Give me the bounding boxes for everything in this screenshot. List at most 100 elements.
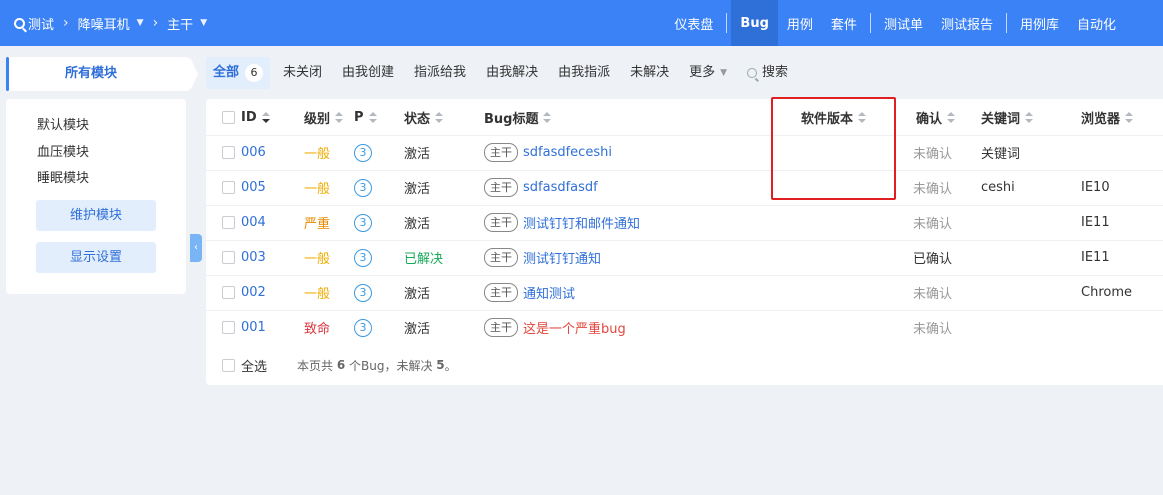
search-icon[interactable] <box>14 17 25 29</box>
nav-testtask[interactable]: 测试单 <box>875 0 932 46</box>
breadcrumb-branch-trunk[interactable]: 主干 ▼ <box>167 14 207 33</box>
severity-label: 一般 <box>304 147 331 162</box>
select-all-checkbox[interactable] <box>222 358 235 372</box>
branch-tag: 主干 <box>484 213 518 232</box>
row-checkbox[interactable] <box>222 251 235 264</box>
tab-search[interactable]: 搜索 <box>740 57 795 89</box>
nav-divider <box>869 13 871 33</box>
count-badge: 6 <box>245 64 264 82</box>
select-all-checkbox-header[interactable] <box>222 99 235 135</box>
table-row[interactable]: 001 致命 3 激活 主干 这是一个严重bug 未确认 <box>206 310 1163 337</box>
bug-title-link[interactable]: 测试钉钉通知 <box>523 248 601 267</box>
severity-label: 一般 <box>304 182 331 197</box>
table-row[interactable]: 005 一般 3 激活 主干 sdfasdfasdf 未确认 ceshi IE10 <box>206 170 1163 197</box>
confirm-status: 未确认 <box>913 287 953 302</box>
bug-id-link[interactable]: 002 <box>241 275 266 310</box>
maintain-modules-button[interactable]: 维护模块 <box>36 200 156 231</box>
browser-cell: IE11 <box>1081 215 1110 230</box>
tab-assigned-to-me[interactable]: 指派给我 <box>407 57 473 89</box>
nav-bug[interactable]: Bug <box>731 0 778 46</box>
sort-icon <box>435 111 444 123</box>
sort-icon <box>1025 111 1034 123</box>
table-row[interactable]: 003 一般 3 已解决 主干 测试钉钉通知 已确认 IE11 <box>206 240 1163 267</box>
branch-tag: 主干 <box>484 318 518 337</box>
col-confirm-header[interactable]: 确认 <box>916 99 956 135</box>
row-checkbox[interactable] <box>222 146 235 159</box>
bug-title-link[interactable]: sdfasdfeceshi <box>523 145 612 160</box>
chevron-right-icon: › <box>63 15 69 31</box>
nav-testreport[interactable]: 测试报告 <box>932 0 1002 46</box>
select-all[interactable]: 全选 <box>222 345 267 385</box>
severity-label: 一般 <box>304 287 331 302</box>
col-status-header[interactable]: 状态 <box>404 99 444 135</box>
bug-id-link[interactable]: 001 <box>241 310 266 345</box>
table-row[interactable]: 004 严重 3 激活 主干 测试钉钉和邮件通知 未确认 IE11 <box>206 205 1163 232</box>
chevron-down-icon: ▼ <box>136 18 144 28</box>
branch-tag: 主干 <box>484 178 518 197</box>
status-label: 激活 <box>404 287 431 302</box>
tab-assigned-by-me[interactable]: 由我指派 <box>551 57 617 89</box>
bug-id-link[interactable]: 004 <box>241 205 266 240</box>
table-row[interactable]: 006 一般 3 激活 主干 sdfasdfeceshi 未确认 关键词 <box>206 135 1163 162</box>
confirm-status: 未确认 <box>913 322 953 337</box>
branch-tag: 主干 <box>484 143 518 162</box>
confirm-status: 未确认 <box>913 182 953 197</box>
branch-tag: 主干 <box>484 283 518 302</box>
col-level-header[interactable]: 级别 <box>304 99 344 135</box>
nav-testcase[interactable]: 用例 <box>778 0 822 46</box>
bug-title-link[interactable]: 通知测试 <box>523 283 575 302</box>
chevron-right-icon: › <box>152 15 159 31</box>
version-column-highlight-box <box>771 97 896 200</box>
priority-badge: 3 <box>354 248 372 267</box>
tab-unresolved[interactable]: 未解决 <box>623 57 676 89</box>
nav-caselib[interactable]: 用例库 <box>1011 0 1068 46</box>
module-item-default[interactable]: 默认模块 <box>37 114 89 133</box>
tab-resolved-by-me[interactable]: 由我解决 <box>479 57 545 89</box>
bug-title-link[interactable]: 这是一个严重bug <box>523 318 626 337</box>
module-item-sleep[interactable]: 睡眠模块 <box>37 167 89 186</box>
bug-title-link[interactable]: 测试钉钉和邮件通知 <box>523 213 640 232</box>
severity-label: 一般 <box>304 252 331 267</box>
nav-dashboard[interactable]: 仪表盘 <box>665 0 722 46</box>
nav-automation[interactable]: 自动化 <box>1068 0 1125 46</box>
bug-id-link[interactable]: 003 <box>241 240 266 275</box>
nav-divider <box>1005 13 1007 33</box>
confirm-status: 未确认 <box>913 147 953 162</box>
col-keywords-header[interactable]: 关键词 <box>981 99 1034 135</box>
nav-suite[interactable]: 套件 <box>822 0 866 46</box>
checkbox[interactable] <box>222 110 235 124</box>
col-title-header[interactable]: Bug标题 <box>484 99 552 135</box>
filter-tabs: 全部 6 未关闭 由我创建 指派给我 由我解决 由我指派 未解决 更多 ▼ 搜索 <box>206 57 801 89</box>
tab-opened-by-me[interactable]: 由我创建 <box>335 57 401 89</box>
tab-unclosed[interactable]: 未关闭 <box>276 57 329 89</box>
sort-icon <box>1125 111 1134 123</box>
sort-icon <box>368 111 377 123</box>
row-checkbox[interactable] <box>222 321 235 334</box>
bug-id-link[interactable]: 006 <box>241 135 266 170</box>
tab-more-dropdown[interactable]: 更多 ▼ <box>682 57 734 89</box>
tab-all[interactable]: 全部 6 <box>206 57 271 89</box>
breadcrumb-product-test[interactable]: 测试 <box>28 14 54 33</box>
module-item-blood-pressure[interactable]: 血压模块 <box>37 141 89 160</box>
collapse-sidebar-icon[interactable]: ‹ <box>190 234 202 262</box>
row-checkbox[interactable] <box>222 181 235 194</box>
breadcrumb: 测试 › 降噪耳机 ▼ › 主干 ▼ <box>0 0 207 46</box>
bug-id-link[interactable]: 005 <box>241 170 266 205</box>
breadcrumb-product-headphones[interactable]: 降噪耳机 ▼ <box>78 14 144 33</box>
status-label: 激活 <box>404 147 431 162</box>
col-id-header[interactable]: ID <box>241 99 270 135</box>
all-modules-title: 所有模块 <box>64 66 117 81</box>
browser-cell: IE10 <box>1081 180 1110 195</box>
col-pri-header[interactable]: P <box>354 99 377 135</box>
all-modules-header[interactable]: 所有模块 <box>6 57 198 91</box>
table-row[interactable]: 002 一般 3 激活 主干 通知测试 未确认 Chrome <box>206 275 1163 302</box>
confirm-status: 未确认 <box>913 217 953 232</box>
bug-table: ID 级别 P 状态 Bug标题 软件版本 确认 关键词 浏览器 006 一般 … <box>206 99 1163 385</box>
row-checkbox[interactable] <box>222 286 235 299</box>
browser-cell: Chrome <box>1081 285 1132 300</box>
display-settings-button[interactable]: 显示设置 <box>36 242 156 273</box>
bug-title-link[interactable]: sdfasdfasdf <box>523 180 598 195</box>
sort-icon <box>261 111 270 123</box>
row-checkbox[interactable] <box>222 216 235 229</box>
col-browser-header[interactable]: 浏览器 <box>1081 99 1134 135</box>
